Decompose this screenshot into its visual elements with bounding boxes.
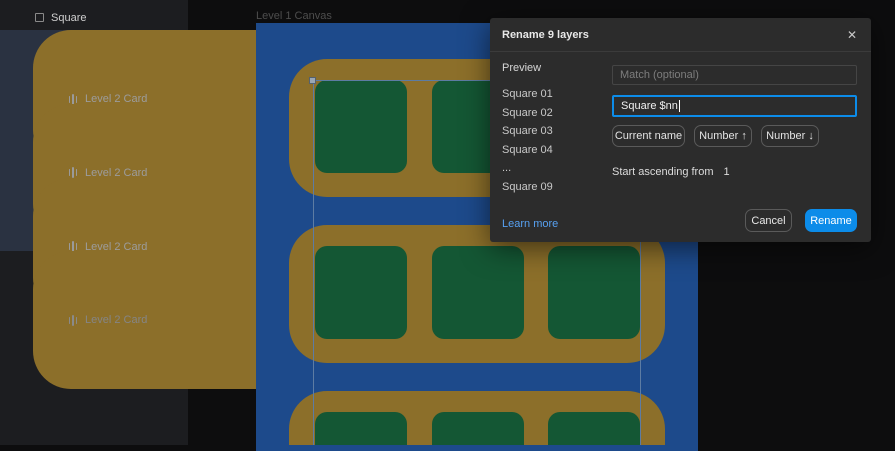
- layer-label: Square: [51, 12, 86, 24]
- match-input[interactable]: Match (optional): [612, 65, 857, 85]
- dialog-header: Rename 9 layers: [490, 18, 871, 52]
- canvas-card[interactable]: [289, 225, 665, 363]
- canvas-frame-label[interactable]: Level 1 Canvas: [256, 10, 332, 22]
- close-icon[interactable]: ✕: [841, 24, 863, 46]
- preview-item: ...: [502, 159, 553, 178]
- autolayout-icon: [68, 315, 78, 326]
- start-ascending-value[interactable]: 1: [724, 166, 730, 178]
- canvas-card[interactable]: [289, 391, 665, 445]
- match-input-placeholder: Match (optional): [620, 69, 699, 81]
- preview-item: Square 02: [502, 104, 553, 123]
- preview-item: Square 01: [502, 85, 553, 104]
- rename-pattern-input[interactable]: Square $nn: [612, 95, 857, 117]
- layer-label: Level 2 Card: [85, 314, 147, 326]
- layer-tree: Square Level 1 Canvas Level 2 Card Level…: [0, 6, 188, 301]
- canvas-square[interactable]: [548, 412, 640, 445]
- number-ascending-button[interactable]: Number ↑: [694, 125, 752, 147]
- learn-more-link[interactable]: Learn more: [502, 218, 558, 230]
- start-ascending-label: Start ascending from: [612, 166, 714, 178]
- layer-row-square[interactable]: Square: [0, 6, 188, 31]
- selection-handle[interactable]: [309, 77, 316, 84]
- dialog-actions: Cancel Rename: [745, 209, 857, 232]
- insert-token-buttons: Current name Number ↑ Number ↓: [612, 125, 819, 147]
- preview-item: Square 04: [502, 141, 553, 160]
- canvas-square[interactable]: [315, 80, 407, 173]
- current-name-button[interactable]: Current name: [612, 125, 685, 147]
- preview-item: Square 09: [502, 178, 553, 197]
- canvas-square[interactable]: [315, 412, 407, 445]
- number-descending-button[interactable]: Number ↓: [761, 125, 819, 147]
- start-ascending-row: Start ascending from 1: [612, 166, 730, 178]
- rename-layers-dialog: Rename 9 layers ✕ Preview Square 01 Squa…: [490, 18, 871, 242]
- canvas-square[interactable]: [432, 246, 524, 339]
- preview-label: Preview: [502, 62, 541, 74]
- canvas-square[interactable]: [315, 246, 407, 339]
- cancel-button[interactable]: Cancel: [745, 209, 792, 232]
- text-caret: [679, 100, 680, 112]
- rename-button[interactable]: Rename: [805, 209, 857, 232]
- autolayout-icon: [68, 94, 78, 105]
- canvas-square[interactable]: [548, 246, 640, 339]
- square-layer-icon: [35, 13, 44, 22]
- canvas-square[interactable]: [432, 412, 524, 445]
- dialog-title: Rename 9 layers: [502, 29, 589, 41]
- preview-list: Square 01 Square 02 Square 03 Square 04 …: [502, 85, 553, 196]
- layers-panel: Square Level 1 Canvas Level 2 Card Level…: [0, 0, 188, 445]
- preview-item: Square 03: [502, 122, 553, 141]
- autolayout-icon: [68, 167, 78, 178]
- rename-pattern-value: Square $nn: [621, 100, 678, 112]
